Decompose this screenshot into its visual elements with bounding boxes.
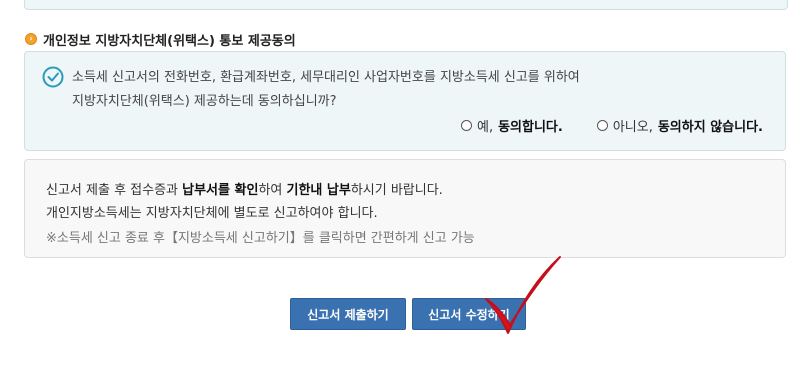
previous-section-box	[24, 0, 788, 10]
notice-text: 하여	[258, 183, 287, 198]
consent-yes-prefix: 예,	[476, 120, 494, 135]
notice-line-2: 개인지방소득세는 지방자치단체에 별도로 신고하여야 합니다.	[46, 206, 378, 221]
notice-line-3: ※소득세 신고 종료 후【지방소득세 신고하기】를 클릭하면 간편하게 신고 가…	[46, 231, 475, 246]
consent-line-2: 지방자치단체(위택스) 제공하는데 동의하십니까?	[72, 94, 337, 109]
consent-radio-group: 예, 동의합니다. 아니오, 동의하지 않습니다.	[460, 116, 763, 135]
consent-no-option[interactable]: 아니오, 동의하지 않습니다.	[596, 116, 763, 135]
notice-box: 신고서 제출 후 접수증과 납부서를 확인하여 기한내 납부하시기 바랍니다. …	[24, 159, 786, 258]
notice-text: 하시기 바랍니다.	[350, 183, 443, 198]
consent-yes-option[interactable]: 예, 동의합니다.	[460, 116, 563, 135]
consent-no-prefix: 아니오,	[612, 120, 653, 135]
section-title-text: 개인정보 지방자치단체(위택스) 통보 제공동의	[43, 33, 296, 49]
consent-question: 소득세 신고서의 전화번호, 환급계좌번호, 세무대리인 사업자번호를 지방소득…	[72, 66, 762, 114]
notice-emphasis: 납부서를 확인	[182, 183, 259, 198]
notice-text: 신고서 제출 후 접수증과	[46, 183, 183, 198]
notice-line-1: 신고서 제출 후 접수증과 납부서를 확인하여 기한내 납부하시기 바랍니다.	[46, 179, 443, 198]
notice-emphasis: 기한내 납부	[286, 183, 351, 198]
consent-box: 소득세 신고서의 전화번호, 환급계좌번호, 세무대리인 사업자번호를 지방소득…	[24, 51, 786, 151]
radio-icon[interactable]	[460, 120, 472, 131]
check-circle-icon	[42, 66, 64, 88]
modify-return-button[interactable]: 신고서 수정하기	[412, 298, 526, 330]
radio-icon[interactable]	[596, 120, 608, 131]
section-heading: › 개인정보 지방자치단체(위택스) 통보 제공동의	[25, 29, 296, 49]
consent-no-label: 동의하지 않습니다.	[657, 120, 763, 135]
consent-line-1: 소득세 신고서의 전화번호, 환급계좌번호, 세무대리인 사업자번호를 지방소득…	[72, 70, 580, 85]
consent-yes-label: 동의합니다.	[498, 120, 563, 135]
submit-return-button[interactable]: 신고서 제출하기	[290, 298, 406, 330]
orange-bullet-icon: ›	[25, 33, 37, 45]
